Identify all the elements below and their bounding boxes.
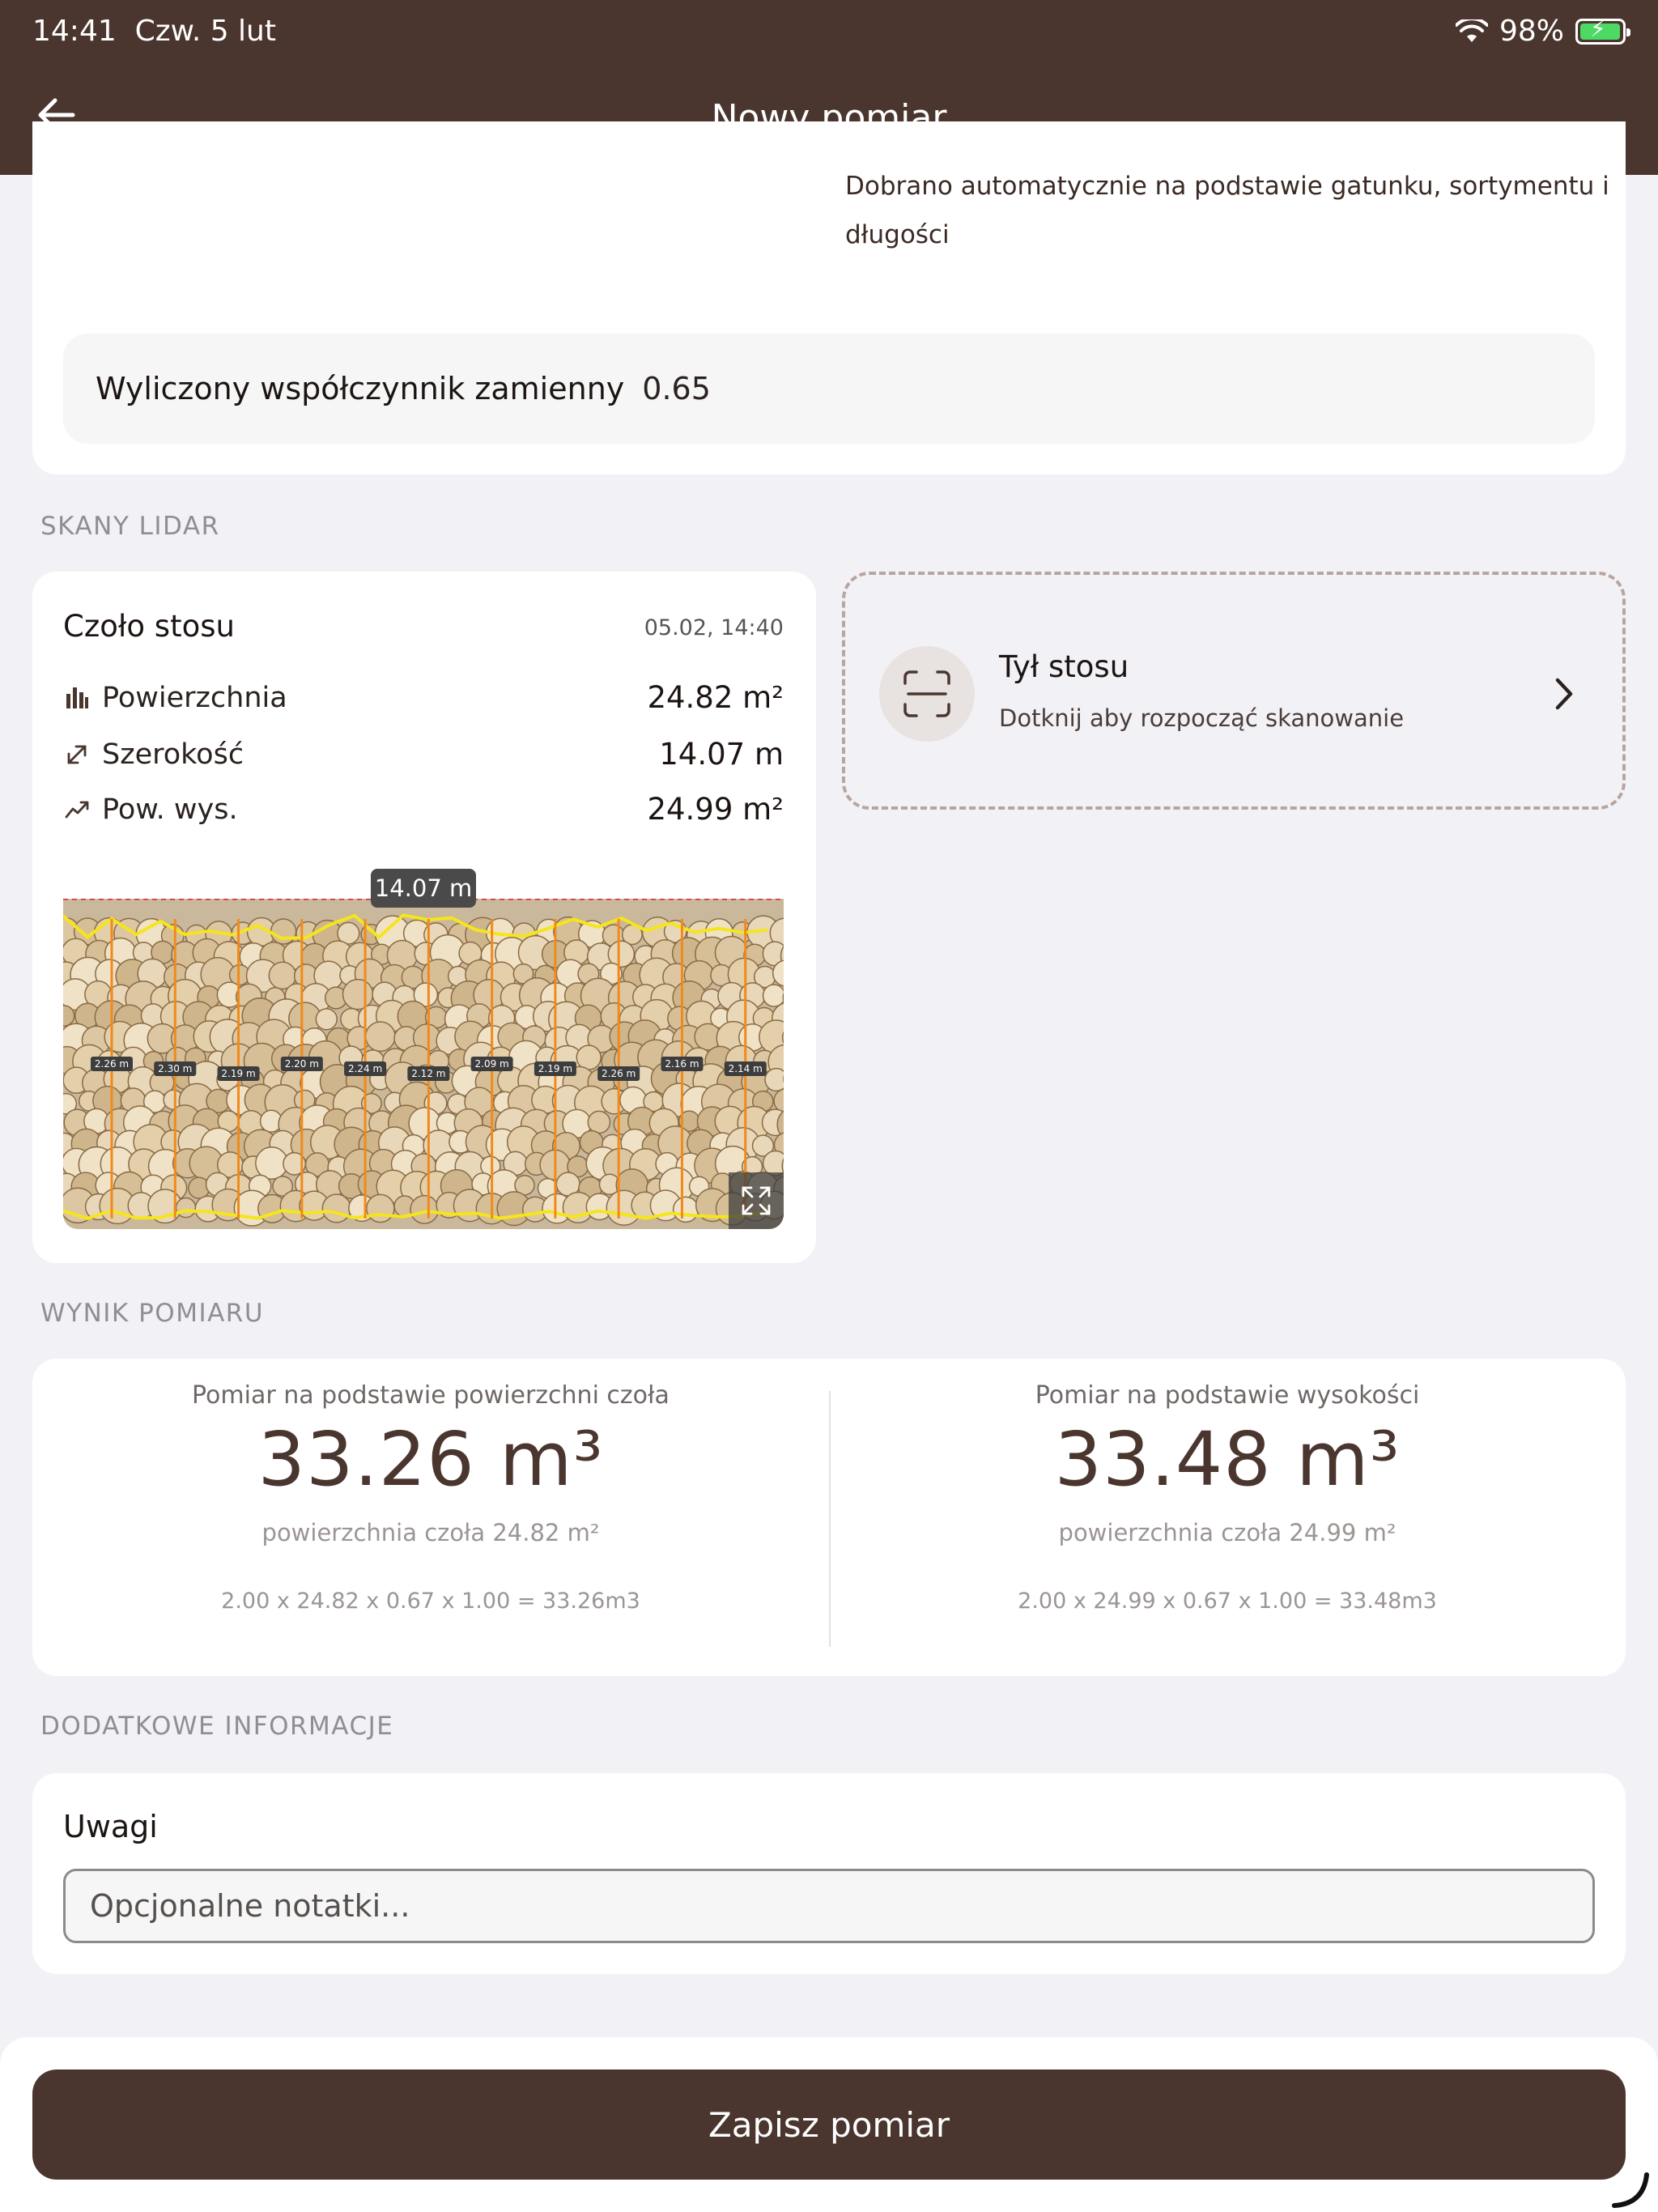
chevron-right-icon [1555, 678, 1573, 710]
metric-value: 24.99 m² [647, 792, 784, 827]
log-end [364, 1021, 396, 1053]
status-indicators: 98% [1455, 15, 1630, 48]
factor-summary: Wyliczony współczynnik zamienny 0.65 [63, 334, 1595, 444]
notes-label: Uwagi [63, 1809, 158, 1844]
scan-width-label: 14.07 m [371, 869, 476, 908]
log-end [315, 1008, 338, 1031]
scan-back-card[interactable]: Tył stosu Dotknij aby rozpocząć skanowan… [842, 572, 1626, 810]
metric-label: Pow. wys. [102, 793, 238, 826]
status-time: 14:41 Czw. 5 lut [32, 15, 276, 48]
expand-button[interactable] [729, 1172, 784, 1229]
metric-label: Szerokość [102, 738, 244, 771]
log-end [342, 978, 374, 1010]
battery-icon [1575, 15, 1630, 45]
segment-label: 2.24 m [348, 1063, 382, 1074]
wifi-icon [1455, 19, 1488, 42]
segment-label: 2.09 m [475, 1058, 509, 1070]
log-pile-picture: 2.26 m 2.30 m 2.19 m 2.20 m 2.24 m 2.12 m 2.09… [63, 899, 784, 1229]
expand-icon [742, 1186, 771, 1215]
log-end [762, 984, 784, 1007]
result-height: Pomiar na podstawie wysokości 33.48 m³ p… [829, 1381, 1626, 1614]
result-formula: 2.00 x 24.82 x 0.67 x 1.00 = 33.26m3 [221, 1589, 640, 1614]
section-label-lidar: SKANY LIDAR [40, 512, 220, 541]
result-area: powierzchnia czoła 24.82 m² [261, 1519, 600, 1546]
result-face-area: Pomiar na podstawie powierzchni czoła 33… [32, 1381, 829, 1614]
battery-fill [1580, 15, 1620, 42]
scan-preview-image[interactable]: 2.26 m 2.30 m 2.19 m 2.20 m 2.24 m 2.12 m 2.09… [63, 899, 784, 1229]
diagonal-arrow-icon [63, 741, 91, 768]
result-caption: Pomiar na podstawie wysokości [1035, 1381, 1420, 1410]
corner-indicator-icon [1612, 2172, 1649, 2208]
result-formula: 2.00 x 24.99 x 0.67 x 1.00 = 33.48m3 [1018, 1589, 1437, 1614]
segment-label: 2.26 m [602, 1068, 636, 1079]
log-end [321, 1193, 351, 1223]
segment-label: 2.30 m [158, 1063, 192, 1074]
section-label-extra: DODATKOWE INFORMACJE [40, 1712, 394, 1741]
result-caption: Pomiar na podstawie powierzchni czoła [192, 1381, 670, 1410]
metric-value: 14.07 m [659, 737, 784, 772]
segment-label: 2.26 m [95, 1058, 129, 1070]
log-end [175, 1197, 197, 1219]
log-end [576, 1044, 602, 1070]
metric-row-area: Powierzchnia 24.82 m² [63, 680, 784, 715]
notes-input[interactable] [63, 1869, 1595, 1943]
log-end [410, 1194, 440, 1224]
result-area: powierzchnia czoła 24.99 m² [1058, 1519, 1397, 1546]
segment-label: 2.20 m [285, 1058, 319, 1070]
factor-auto-note: Dobrano automatycznie na podstawie gatun… [845, 172, 1609, 249]
log-end [587, 1110, 611, 1134]
scan-back-title: Tył stosu [999, 649, 1129, 684]
result-volume: 33.26 m³ [257, 1416, 604, 1503]
scan-front-date: 05.02, 14:40 [644, 615, 784, 640]
save-button[interactable]: Zapisz pomiar [32, 2069, 1626, 2180]
trend-line-icon [63, 796, 91, 823]
segment-label: 2.19 m [221, 1068, 255, 1079]
metric-row-height-area: Pow. wys. 24.99 m² [63, 792, 784, 827]
scan-back-subtitle: Dotknij aby rozpocząć skanowanie [999, 704, 1405, 732]
log-end [270, 918, 297, 945]
metric-label: Powierzchnia [102, 681, 287, 714]
factor-label: Wyliczony współczynnik zamienny [96, 371, 625, 406]
factor-value: 0.65 [642, 371, 711, 406]
log-end [764, 1067, 784, 1092]
log-end [366, 1193, 395, 1223]
battery-percent: 98% [1499, 15, 1564, 48]
status-date: Czw. 5 lut [134, 15, 276, 48]
section-label-result: WYNIK POMIARU [40, 1299, 265, 1328]
metric-row-width: Szerokość 14.07 m [63, 737, 784, 772]
scan-frame-icon [879, 646, 975, 742]
metric-value: 24.82 m² [647, 680, 784, 715]
segment-label: 2.12 m [411, 1068, 445, 1079]
segment-label: 2.19 m [538, 1063, 572, 1074]
log-end [672, 1196, 699, 1223]
bar-chart-icon [63, 684, 91, 712]
segment-label: 2.16 m [665, 1058, 699, 1070]
clock: 14:41 [32, 15, 117, 48]
result-volume: 33.48 m³ [1054, 1416, 1401, 1503]
segment-label: 2.14 m [729, 1063, 763, 1074]
